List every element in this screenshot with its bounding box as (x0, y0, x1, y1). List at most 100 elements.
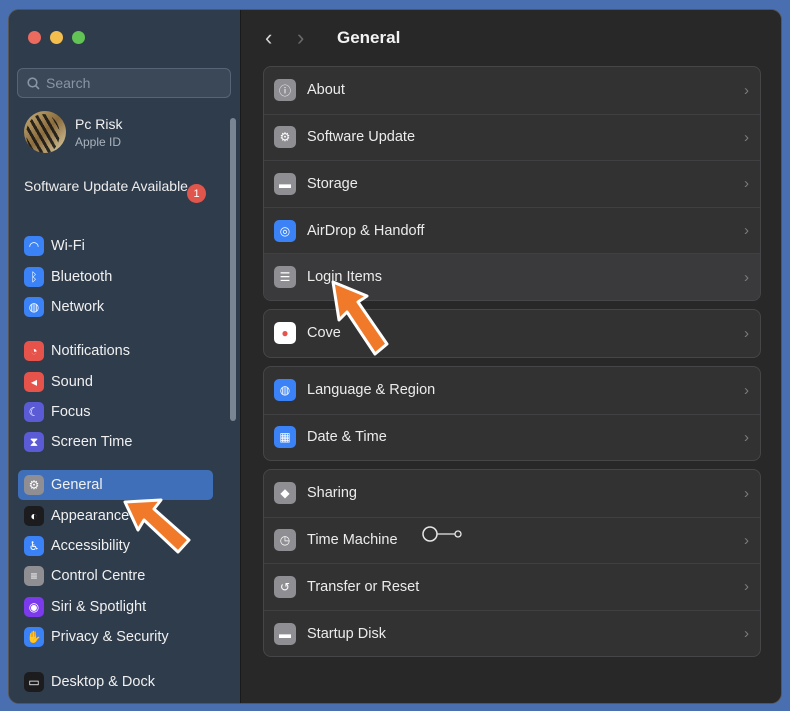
sidebar-item-network[interactable]: ◍ Network (18, 292, 213, 322)
sidebar-item-label: Accessibility (51, 537, 130, 554)
avatar (24, 111, 66, 153)
settings-row-label: Storage (307, 175, 358, 192)
sidebar-item-label: Appearance (51, 507, 130, 524)
chevron-right-icon: › (744, 222, 749, 240)
apple-id-profile[interactable]: Pc Risk Apple ID (24, 111, 122, 153)
moon-icon: ☾ (24, 401, 44, 422)
chevron-right-icon: › (744, 381, 749, 399)
chevron-right-icon: › (744, 625, 749, 643)
settings-row-language-region[interactable]: ◍ Language & Region › (264, 367, 760, 414)
back-button[interactable]: ‹ (265, 27, 279, 49)
storage-icon: ▬ (274, 172, 296, 195)
control-centre-icon: ≡ (24, 566, 44, 587)
annotation-arrow-login-items (331, 280, 389, 356)
search-input[interactable] (46, 75, 216, 91)
sidebar-item-label: Notifications (51, 343, 130, 360)
traffic-lights (28, 31, 85, 44)
settings-row-label: Time Machine (307, 532, 398, 549)
chevron-right-icon: › (744, 175, 749, 193)
settings-row-about[interactable]: ⓘ About › (264, 67, 760, 114)
wifi-icon: ◠ (24, 236, 44, 257)
sidebar-item-label: Screen Time (51, 434, 133, 451)
settings-card: ⓘ About › ⚙ Software Update › ▬ Storage › ◎ AirDro… (263, 66, 761, 301)
sidebar-scrollbar[interactable] (230, 118, 236, 421)
search-field[interactable] (17, 68, 231, 98)
bell-icon: ◔ (24, 341, 44, 362)
settings-row-software-update[interactable]: ⚙ Software Update › (264, 113, 760, 161)
sidebar-item-wi-fi[interactable]: ◠ Wi-Fi (18, 231, 213, 261)
speaker-icon: ◂ (24, 371, 44, 392)
settings-row-label: Transfer or Reset (307, 578, 420, 595)
sidebar-item-sound[interactable]: ◂ Sound (18, 366, 213, 396)
search-icon (27, 76, 40, 90)
sidebar-item-privacy-security[interactable]: ✋ Privacy & Security (18, 622, 213, 652)
chevron-right-icon: › (744, 324, 749, 342)
sidebar-item-control-centre[interactable]: ≡ Control Centre (18, 561, 213, 591)
sidebar-group: ▭ Desktop & Dock (18, 667, 213, 697)
sharing-icon: ◆ (274, 482, 296, 505)
close-button[interactable] (28, 31, 41, 44)
globe-icon: ◍ (274, 379, 296, 402)
minimize-button[interactable] (50, 31, 63, 44)
settings-card: ◆ Sharing › ◷ Time Machine › ↺ Transfer or Rese… (263, 469, 761, 658)
settings-row-label: Startup Disk (307, 625, 386, 642)
chevron-right-icon: › (744, 484, 749, 502)
sidebar-item-focus[interactable]: ☾ Focus (18, 397, 213, 427)
annotation-arrow-general (123, 498, 191, 554)
main-pane: ‹ › General ⓘ About › ⚙ Software Update › ▬ Sto… (241, 10, 781, 703)
login-items-icon: ☰ (274, 266, 296, 289)
settings-row-transfer-or-reset[interactable]: ↺ Transfer or Reset › (264, 563, 760, 610)
chevron-right-icon: › (744, 578, 749, 596)
sidebar: Pc Risk Apple ID Software Update Availab… (9, 10, 241, 703)
sidebar-item-label: Bluetooth (51, 268, 113, 285)
settings-row-label: Language & Region (307, 382, 436, 399)
toolbar: ‹ › General (265, 27, 401, 49)
gear-icon: ⚙ (24, 475, 44, 496)
sidebar-item-bluetooth[interactable]: ᛒ Bluetooth (18, 261, 213, 291)
bluetooth-icon: ᛒ (24, 266, 44, 287)
settings-row-airdrop-handoff[interactable]: ◎ AirDrop & Handoff › (264, 206, 760, 254)
zoom-button[interactable] (72, 31, 85, 44)
settings-row-sharing[interactable]: ◆ Sharing › (264, 470, 760, 517)
about-icon: ⓘ (274, 79, 296, 102)
siri-icon: ◉ (24, 596, 44, 617)
chevron-right-icon: › (744, 81, 749, 99)
cursor-indicator (421, 525, 471, 550)
settings-row-label: Software Update (307, 129, 416, 146)
settings-row-label: Sharing (307, 485, 357, 502)
settings-row-time-machine[interactable]: ◷ Time Machine › (264, 516, 760, 564)
sidebar-item-label: Desktop & Dock (51, 674, 155, 691)
software-update-icon: ⚙ (274, 126, 296, 149)
sidebar-item-desktop-dock[interactable]: ▭ Desktop & Dock (18, 667, 213, 697)
settings-row-label: AirDrop & Handoff (307, 222, 425, 239)
calendar-icon: ▦ (274, 426, 296, 449)
sidebar-item-screen-time[interactable]: ⧗ Screen Time (18, 427, 213, 457)
airdrop-icon: ◎ (274, 219, 296, 242)
disk-icon: ▬ (274, 622, 296, 645)
sidebar-item-label: Siri & Spotlight (51, 598, 147, 615)
time-machine-icon: ◷ (274, 529, 296, 552)
settings-row-startup-disk[interactable]: ▬ Startup Disk › (264, 609, 760, 657)
chevron-right-icon: › (744, 531, 749, 549)
update-badge: 1 (187, 184, 206, 203)
apple-icon: ● (274, 322, 296, 345)
sidebar-item-label: Privacy & Security (51, 629, 169, 646)
settings-row-label: About (307, 82, 345, 99)
settings-row-label: Date & Time (307, 429, 387, 446)
forward-button[interactable]: › (297, 27, 311, 49)
sidebar-item-label: Sound (51, 373, 93, 390)
profile-subtitle: Apple ID (75, 134, 122, 149)
globe-icon: ◍ (24, 296, 44, 317)
chevron-right-icon: › (744, 128, 749, 146)
settings-row-storage[interactable]: ▬ Storage › (264, 160, 760, 207)
sidebar-item-notifications[interactable]: ◔ Notifications (18, 336, 213, 366)
settings-row-date-time[interactable]: ▦ Date & Time › (264, 413, 760, 461)
sidebar-item-siri-spotlight[interactable]: ◉ Siri & Spotlight (18, 592, 213, 622)
accessibility-icon: ♿ (24, 535, 44, 556)
sidebar-item-label: General (51, 477, 103, 494)
sidebar-group: ◠ Wi-Fi ᛒ Bluetooth ◍ Network (18, 231, 213, 322)
sidebar-item-label: Control Centre (51, 568, 146, 585)
dock-icon: ▭ (24, 672, 44, 693)
sidebar-group: ◔ Notifications ◂ Sound ☾ Focus ⧗ Screen Time (18, 336, 213, 458)
page-title: General (337, 28, 401, 47)
